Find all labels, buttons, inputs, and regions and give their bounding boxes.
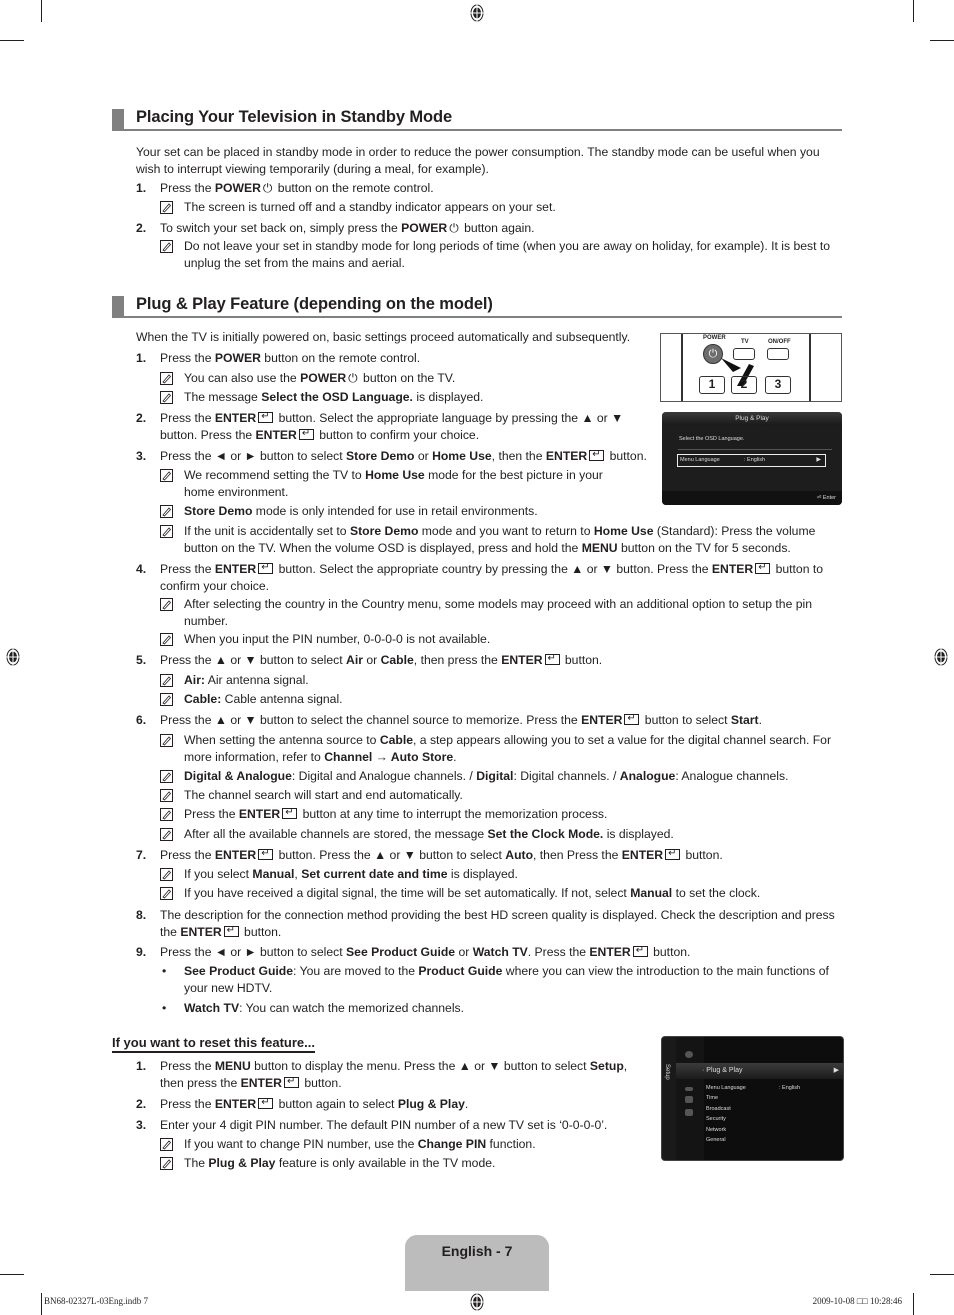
enter-icon xyxy=(589,447,605,464)
note-icon xyxy=(160,505,173,518)
section-heading-standby: Placing Your Television in Standby Mode xyxy=(112,108,842,131)
enter-icon xyxy=(258,560,274,577)
intro-paragraph: When the TV is initially powered on, bas… xyxy=(136,330,631,344)
osd-side-tab: Setup xyxy=(662,1037,676,1160)
note-icon xyxy=(160,808,173,821)
section-title: Placing Your Television in Standby Mode xyxy=(136,108,453,126)
note-icon xyxy=(160,633,173,646)
registration-mark-icon xyxy=(934,647,948,667)
bullet-icon: • xyxy=(162,1001,167,1015)
enter-icon xyxy=(298,426,314,442)
heading-bar xyxy=(112,296,124,316)
enter-icon xyxy=(755,560,771,577)
support-icon xyxy=(685,1096,693,1103)
page-number-tab: English - 7 xyxy=(405,1235,549,1291)
note-icon xyxy=(160,372,173,385)
osd-menu-list: Menu Language Time Broadcast Security Ne… xyxy=(706,1085,746,1144)
enter-icon xyxy=(258,1095,274,1112)
enter-icon xyxy=(283,1074,299,1090)
osd-icon-column xyxy=(676,1037,704,1160)
osd-language-screen: Plug & Play Select the OSD Language. Men… xyxy=(662,412,842,505)
registration-mark-icon xyxy=(470,1292,484,1312)
registration-mark-icon xyxy=(6,647,20,667)
arrow-right-icon: ▶ xyxy=(816,457,821,463)
note-icon xyxy=(160,1157,173,1170)
osd-divider xyxy=(678,449,832,450)
osd-message: Select the OSD Language. xyxy=(679,436,745,442)
arrow-right-icon: ▶ xyxy=(833,1067,839,1074)
note-icon xyxy=(160,469,173,482)
note-icon xyxy=(160,1138,173,1151)
crop-mark xyxy=(41,1293,42,1315)
osd-selected-item: · Plug & Play ▶ xyxy=(676,1063,843,1079)
remote-control-illustration: POWER TV ON/OFF ⏻ 1 2 3 xyxy=(660,333,842,402)
heading-bar xyxy=(112,109,124,129)
crop-mark xyxy=(41,0,42,22)
enter-icon xyxy=(624,711,640,728)
enter-icon xyxy=(258,409,274,426)
power-icon: ⏻ xyxy=(449,221,459,235)
power-icon: ⏻ xyxy=(262,181,273,195)
osd-title: Plug & Play xyxy=(662,412,842,425)
crop-mark xyxy=(930,1274,954,1275)
osd-menu-language-value: : English xyxy=(779,1085,801,1091)
section-title: Plug & Play Feature (depending on the mo… xyxy=(136,295,493,313)
note-icon xyxy=(160,201,173,214)
note-icon xyxy=(160,828,173,841)
note-icon xyxy=(160,770,173,783)
subsection-title: If you want to reset this feature... xyxy=(112,1035,315,1053)
note-icon xyxy=(160,598,173,611)
enter-icon xyxy=(282,805,298,822)
input-icon xyxy=(685,1087,693,1091)
note-icon xyxy=(160,240,173,253)
enter-icon xyxy=(632,943,648,960)
intro-paragraph: Your set can be placed in standby mode i… xyxy=(136,145,820,176)
crop-mark xyxy=(0,1274,24,1275)
osd-footer: ⏎ Enter xyxy=(662,491,842,505)
enter-icon xyxy=(258,846,274,863)
enter-icon xyxy=(223,923,239,939)
enter-icon xyxy=(544,651,560,668)
crop-mark xyxy=(913,1293,914,1315)
crop-mark xyxy=(930,40,954,41)
application-icon xyxy=(685,1109,693,1116)
note-icon xyxy=(160,693,173,706)
enter-icon xyxy=(665,846,681,863)
print-timestamp: 2009-10-08 □□ 10:28:46 xyxy=(812,1296,902,1306)
osd-setup-screen: Setup · Plug & Play ▶ Menu Language Time… xyxy=(661,1036,844,1161)
onoff-button xyxy=(767,348,789,360)
note-icon xyxy=(160,674,173,687)
print-file-name: BN68-02327L-03Eng.indb 7 xyxy=(44,1296,148,1306)
note-icon xyxy=(160,868,173,881)
picture-icon xyxy=(685,1051,693,1058)
crop-mark xyxy=(0,40,24,41)
osd-menu-language-row: Menu Language : English ▶ xyxy=(677,454,826,467)
power-icon: ⏻ xyxy=(348,371,358,385)
section-heading-plug-play: Plug & Play Feature (depending on the mo… xyxy=(112,295,842,318)
bullet-icon: • xyxy=(162,964,167,978)
note-icon xyxy=(160,734,173,747)
crop-mark xyxy=(913,0,914,22)
registration-mark-icon xyxy=(470,3,484,23)
note-icon xyxy=(160,525,173,538)
note-icon xyxy=(160,887,173,900)
note-icon xyxy=(160,789,173,802)
note-icon xyxy=(160,391,173,404)
